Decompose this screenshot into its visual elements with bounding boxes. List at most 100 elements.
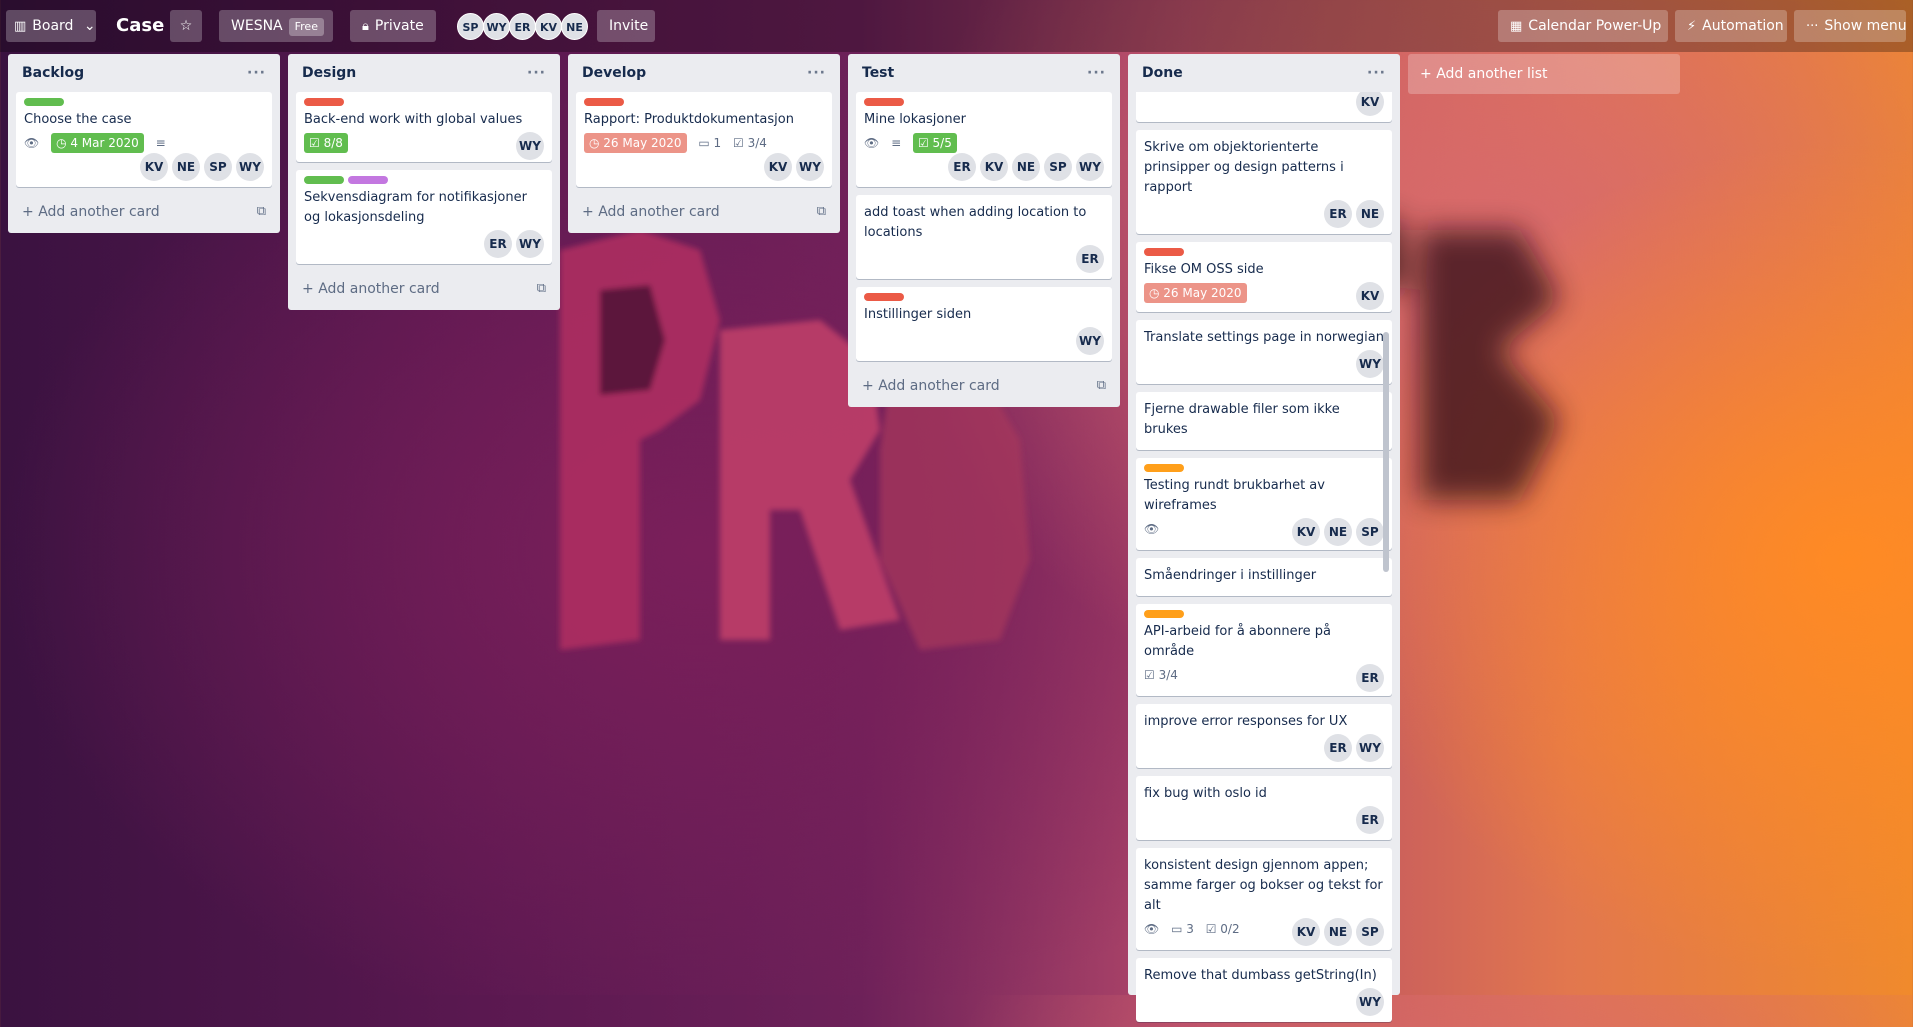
template-icon[interactable]: ⧉ — [537, 272, 546, 306]
card-label-purple[interactable] — [348, 176, 388, 184]
card[interactable]: improve error responses for UX ER WY — [1136, 704, 1392, 768]
list-scrollbar[interactable] — [1383, 332, 1389, 572]
avatar[interactable]: WY — [1356, 734, 1384, 762]
avatar[interactable]: ER — [484, 230, 512, 258]
card[interactable]: Back-end work with global values ☑ 8/8 W… — [296, 92, 552, 162]
card[interactable]: KV — [1136, 92, 1392, 122]
board-switcher-button[interactable]: ▥ Board ⌄ — [6, 10, 96, 42]
avatar[interactable]: ER — [1356, 806, 1384, 834]
avatar[interactable]: SP — [1044, 152, 1072, 181]
card-label-green[interactable] — [304, 176, 344, 184]
template-icon[interactable]: ⧉ — [1097, 369, 1106, 403]
card[interactable]: Choose the case 👁︎ ◷ 4 Mar 2020 ≡ KV NE SP… — [16, 92, 272, 187]
list-cards-scroll-area[interactable]: KV Skrive om objektorienterte prinsipper… — [1136, 92, 1392, 1027]
card[interactable]: Testing rundt brukbarhet av wireframes 👁… — [1136, 458, 1392, 550]
eye-icon: 👁︎ — [864, 135, 880, 150]
card[interactable]: fix bug with oslo id ER — [1136, 776, 1392, 840]
add-card-button[interactable]: + Add another card ⧉ — [16, 195, 272, 229]
avatar[interactable]: ER — [948, 152, 976, 181]
avatar[interactable]: WY — [796, 152, 824, 181]
card[interactable]: API-arbeid for å abonnere på område ☑ 3/… — [1136, 604, 1392, 696]
card-label-orange[interactable] — [1144, 464, 1184, 472]
card[interactable]: Instillinger siden WY — [856, 286, 1112, 361]
more-icon[interactable]: ··· — [1367, 54, 1386, 92]
avatar[interactable]: ER — [1356, 664, 1384, 692]
avatar[interactable]: WY — [1356, 988, 1384, 1016]
avatar[interactable]: WY — [516, 132, 544, 160]
list-title[interactable]: Done ··· — [1136, 54, 1392, 92]
avatar[interactable]: KV — [1356, 282, 1384, 310]
avatar[interactable]: KV — [980, 152, 1008, 181]
card[interactable]: Skrive om objektorienterte prinsipper og… — [1136, 130, 1392, 234]
show-menu-button[interactable]: ··· Show menu — [1794, 10, 1907, 42]
avatar[interactable]: WY — [236, 152, 264, 181]
card[interactable]: Fjerne drawable filer som ikke brukes — [1136, 392, 1392, 450]
card-label-red[interactable] — [1144, 248, 1184, 256]
add-card-button[interactable]: + Add another card ⧉ — [576, 195, 832, 229]
card[interactable]: Sekvensdiagram for notifikasjoner og lok… — [296, 170, 552, 264]
star-button[interactable]: ☆ — [170, 10, 202, 42]
card[interactable]: Translate settings page in norwegian WY — [1136, 320, 1392, 384]
board-title[interactable]: Case — [116, 12, 164, 40]
header-member-avatar[interactable]: NE — [561, 13, 588, 40]
avatar[interactable]: NE — [1324, 518, 1352, 546]
avatar[interactable]: WY — [1356, 350, 1384, 378]
add-list-button[interactable]: + Add another list — [1408, 54, 1680, 94]
avatar[interactable]: WY — [516, 230, 544, 258]
due-date-badge[interactable]: ◷ 26 May 2020 — [1144, 282, 1247, 303]
list-title[interactable]: Design ··· — [296, 54, 552, 92]
list-title[interactable]: Test ··· — [856, 54, 1112, 92]
header-member-avatar[interactable]: ER — [509, 13, 536, 40]
avatar[interactable]: SP — [204, 152, 232, 181]
avatar[interactable]: ER — [1076, 244, 1104, 273]
avatar[interactable]: SP — [1356, 518, 1384, 546]
header-member-avatar[interactable]: KV — [535, 13, 562, 40]
avatar[interactable]: KV — [1292, 918, 1320, 946]
more-icon[interactable]: ··· — [807, 54, 826, 92]
more-icon[interactable]: ··· — [1087, 54, 1106, 92]
avatar[interactable]: KV — [1356, 92, 1384, 116]
due-date-badge[interactable]: ◷ 4 Mar 2020 — [51, 132, 144, 153]
card-label-red[interactable] — [304, 98, 344, 106]
card[interactable]: Rapport: Produktdokumentasjon ◷ 26 May 2… — [576, 92, 832, 187]
card-label-orange[interactable] — [1144, 610, 1184, 618]
card[interactable]: Mine lokasjoner 👁︎ ≡ ☑ 5/5 ER KV NE SP WY — [856, 92, 1112, 187]
card-label-red[interactable] — [864, 292, 904, 301]
avatar[interactable]: SP — [1356, 918, 1384, 946]
avatar[interactable]: KV — [764, 152, 792, 181]
header-member-avatar[interactable]: SP — [457, 13, 484, 40]
list-title[interactable]: Backlog ··· — [16, 54, 272, 92]
avatar[interactable]: WY — [1076, 152, 1104, 181]
header-member-avatar[interactable]: WY — [483, 13, 510, 40]
add-card-button[interactable]: + Add another card ⧉ — [856, 369, 1112, 403]
card[interactable]: konsistent design gjennom appen; samme f… — [1136, 848, 1392, 950]
workspace-button[interactable]: WESNA Free — [219, 10, 333, 42]
more-icon[interactable]: ··· — [527, 54, 546, 92]
automation-button[interactable]: ⚡︎ Automation — [1675, 10, 1787, 42]
card-label-green[interactable] — [24, 98, 64, 106]
avatar[interactable]: KV — [1292, 518, 1320, 546]
visibility-button[interactable]: 🔒︎ Private — [350, 10, 436, 42]
calendar-powerup-button[interactable]: ▦ Calendar Power-Up — [1498, 10, 1668, 42]
avatar[interactable]: ER — [1324, 734, 1352, 762]
template-icon[interactable]: ⧉ — [817, 195, 826, 229]
card-label-red[interactable] — [584, 98, 624, 106]
card-label-red[interactable] — [864, 98, 904, 106]
avatar[interactable]: ER — [1324, 200, 1352, 228]
template-icon[interactable]: ⧉ — [257, 195, 266, 229]
invite-button[interactable]: Invite — [597, 10, 655, 42]
avatar[interactable]: KV — [140, 152, 168, 181]
list-title[interactable]: Develop ··· — [576, 54, 832, 92]
card[interactable]: Småendringer i instillinger — [1136, 558, 1392, 596]
avatar[interactable]: NE — [172, 152, 200, 181]
card[interactable]: add toast when adding location to locati… — [856, 194, 1112, 279]
avatar[interactable]: NE — [1012, 152, 1040, 181]
add-card-button[interactable]: + Add another card ⧉ — [296, 272, 552, 306]
card[interactable]: Fikse OM OSS side ◷ 26 May 2020 KV — [1136, 242, 1392, 312]
card[interactable]: Remove that dumbass getString(In) WY — [1136, 958, 1392, 1022]
avatar[interactable]: NE — [1356, 200, 1384, 228]
avatar[interactable]: NE — [1324, 918, 1352, 946]
avatar[interactable]: WY — [1076, 326, 1104, 355]
due-date-badge[interactable]: ◷ 26 May 2020 — [584, 132, 687, 153]
more-icon[interactable]: ··· — [247, 54, 266, 92]
